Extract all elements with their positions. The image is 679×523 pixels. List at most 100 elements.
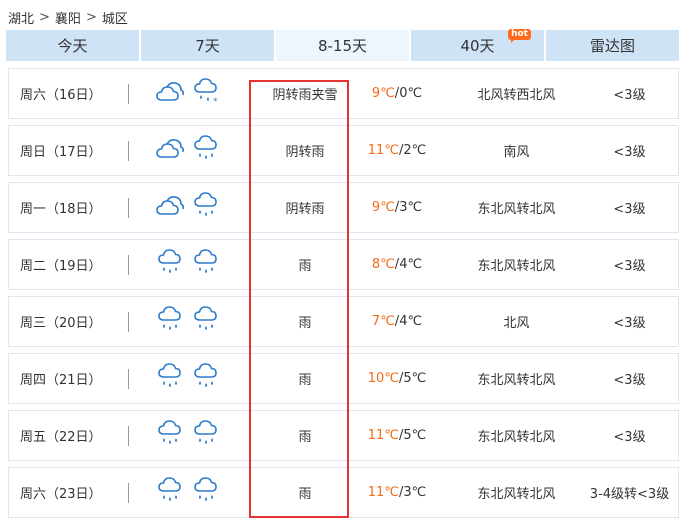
high-temp: 9℃ — [371, 86, 395, 101]
divider — [128, 126, 129, 175]
low-temp: 5℃ — [403, 428, 427, 443]
tab-radar[interactable]: 雷达图 — [546, 30, 679, 61]
day-label: 周五（22日） — [20, 430, 102, 445]
breadcrumb: 湖北 > 襄阳 > 城区 — [8, 8, 128, 27]
day-label: 周一（18日） — [20, 202, 102, 217]
breadcrumb-city[interactable]: 襄阳 — [55, 8, 81, 27]
low-temp: 3℃ — [403, 485, 427, 500]
day-label: 周二（19日） — [20, 259, 102, 274]
temperature: 11℃/2℃ — [359, 126, 435, 175]
rain-icon — [155, 305, 191, 339]
forecast-row: 周四（21日） 雨 10℃/5℃ 东北风转北风 <3级 — [8, 353, 679, 404]
rain-icon — [191, 476, 227, 510]
high-temp: 11℃ — [367, 143, 399, 158]
temperature: 8℃/4℃ — [359, 240, 435, 289]
tab-8-15-days[interactable]: 8-15天 — [276, 30, 409, 61]
cloudy-icon — [155, 193, 191, 223]
forecast-row: 周二（19日） 雨 8℃/4℃ 东北风转北风 <3级 — [8, 239, 679, 290]
cloudy-icon — [155, 79, 191, 109]
tab-today[interactable]: 今天 — [6, 30, 139, 61]
weather-description: 雨 — [298, 259, 312, 274]
rain-icon — [191, 248, 227, 282]
breadcrumb-province[interactable]: 湖北 — [8, 8, 34, 27]
divider — [128, 183, 129, 232]
tab-40-days[interactable]: 40天 hot — [411, 29, 544, 61]
divider — [128, 240, 129, 289]
low-temp: 4℃ — [399, 257, 423, 272]
divider — [128, 411, 129, 460]
forecast-row: 周日（17日） 阴转雨 11℃/2℃ 南风 <3级 — [8, 125, 679, 176]
rain-icon — [191, 419, 227, 453]
rain-snow-icon: * — [191, 77, 227, 111]
wind-direction: 东北风转北风 — [477, 430, 556, 445]
rain-icon — [155, 476, 191, 510]
temperature: 10℃/5℃ — [359, 354, 435, 403]
high-temp: 8℃ — [371, 257, 395, 272]
weather-description: 雨 — [298, 487, 312, 502]
day-label: 周日（17日） — [20, 145, 102, 160]
tab-7-days[interactable]: 7天 — [141, 30, 274, 61]
rain-icon — [155, 248, 191, 282]
low-temp: 3℃ — [399, 200, 423, 215]
weather-icons — [155, 297, 225, 346]
weather-icons — [155, 240, 225, 289]
divider — [128, 468, 129, 517]
divider — [128, 354, 129, 403]
tab-label: 今天 — [57, 37, 88, 55]
weather-icons: * — [155, 69, 225, 118]
breadcrumb-separator: > — [85, 9, 97, 25]
weather-icons — [155, 411, 225, 460]
breadcrumb-district[interactable]: 城区 — [102, 8, 128, 27]
wind-direction: 东北风转北风 — [477, 259, 556, 274]
weather-description: 阴转雨夹雪 — [272, 88, 338, 103]
wind-direction: 东北风转北风 — [477, 487, 556, 502]
tab-label: 8-15天 — [317, 37, 368, 55]
temperature: 11℃/5℃ — [359, 411, 435, 460]
low-temp: 2℃ — [403, 143, 427, 158]
wind-direction: 北风 — [503, 316, 530, 331]
rain-icon — [155, 419, 191, 453]
temperature: 7℃/4℃ — [359, 297, 435, 346]
high-temp: 11℃ — [367, 485, 399, 500]
day-label: 周四（21日） — [20, 373, 102, 388]
tab-label: 7天 — [195, 37, 220, 55]
temperature: 9℃/0℃ — [359, 69, 435, 118]
tab-label: 雷达图 — [589, 37, 635, 55]
weather-icons — [155, 354, 225, 403]
high-temp: 10℃ — [367, 371, 399, 386]
weather-description: 雨 — [298, 316, 312, 331]
hot-badge: hot — [508, 29, 531, 43]
weather-icons — [155, 126, 225, 175]
forecast-row: 周六（23日） 雨 11℃/3℃ 东北风转北风 3-4级转<3级 — [8, 467, 679, 518]
weather-description: 阴转雨 — [285, 145, 325, 160]
wind-direction: 东北风转北风 — [477, 373, 556, 388]
wind-level: <3级 — [613, 259, 646, 274]
high-temp: 7℃ — [371, 314, 395, 329]
day-label: 周三（20日） — [20, 316, 102, 331]
high-temp: 9℃ — [371, 200, 395, 215]
low-temp: 0℃ — [399, 86, 423, 101]
weather-description: 阴转雨 — [285, 202, 325, 217]
rain-icon — [191, 362, 227, 396]
wind-direction: 东北风转北风 — [477, 202, 556, 217]
weather-icons — [155, 183, 225, 232]
low-temp: 4℃ — [399, 314, 423, 329]
rain-icon — [155, 362, 191, 396]
rain-icon — [191, 134, 227, 168]
wind-level: <3级 — [613, 373, 646, 388]
weather-description: 雨 — [298, 430, 312, 445]
weather-description: 雨 — [298, 373, 312, 388]
wind-direction: 北风转西北风 — [477, 88, 556, 103]
temperature: 9℃/3℃ — [359, 183, 435, 232]
rain-icon — [191, 305, 227, 339]
temperature: 11℃/3℃ — [359, 468, 435, 517]
forecast-row: 周三（20日） 雨 7℃/4℃ 北风 <3级 — [8, 296, 679, 347]
forecast-tabs: 今天 7天 8-15天 40天 hot 雷达图 — [6, 29, 679, 61]
day-label: 周六（23日） — [20, 487, 102, 502]
wind-level: 3-4级转<3级 — [589, 487, 670, 502]
divider — [128, 297, 129, 346]
forecast-list: 周六（16日） * 阴转雨夹雪 9℃/0℃ 北风转西北风 <3级 周日（17日） 阴转雨 11℃… — [8, 68, 679, 523]
rain-icon — [191, 191, 227, 225]
wind-level: <3级 — [613, 430, 646, 445]
weather-icons — [155, 468, 225, 517]
